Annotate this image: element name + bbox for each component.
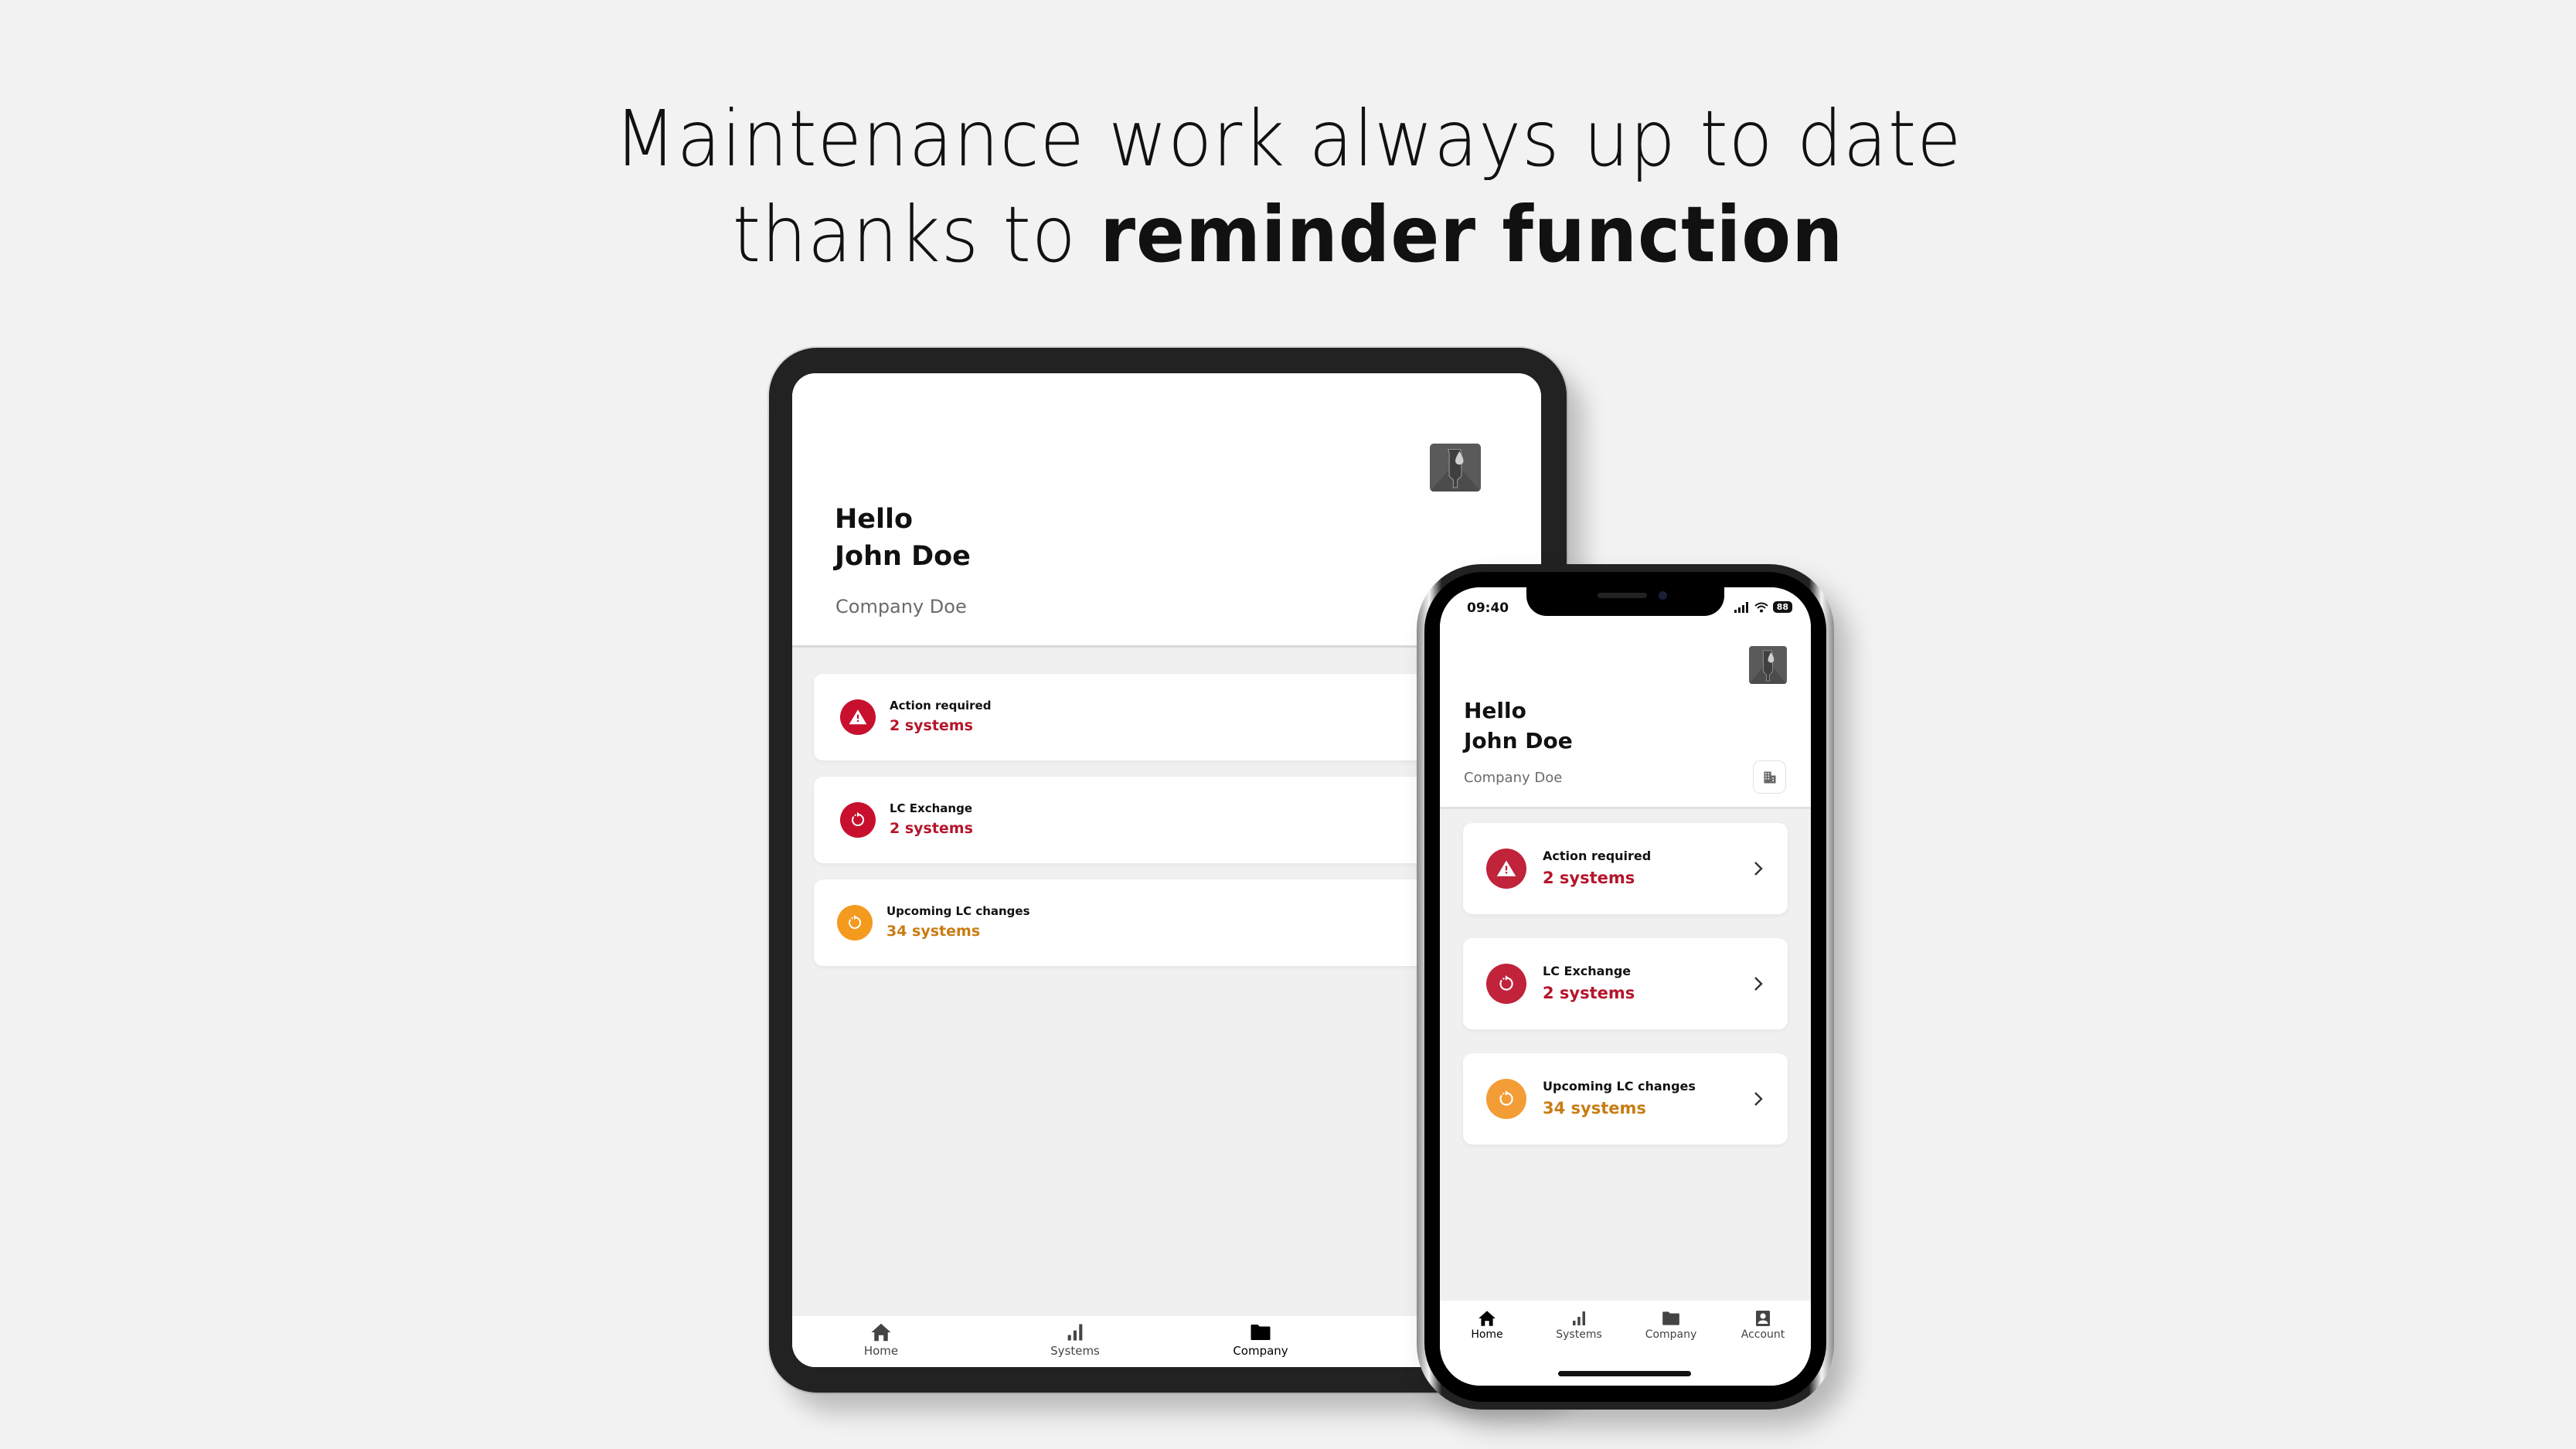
- speaker: [1598, 593, 1647, 598]
- tab-company[interactable]: Company: [1628, 1308, 1713, 1341]
- tab-label: Home: [863, 1344, 899, 1358]
- tab-home[interactable]: Home: [819, 1321, 943, 1358]
- status-time: 09:40: [1467, 600, 1509, 616]
- greeting: Hello John Doe: [835, 501, 971, 575]
- refresh-icon: [1486, 1079, 1526, 1119]
- card-title: LC Exchange: [890, 801, 972, 815]
- tab-label: Home: [1471, 1328, 1503, 1341]
- brand-logo: [1749, 646, 1787, 684]
- home-icon: [1445, 1308, 1530, 1328]
- card-value: 2 systems: [890, 820, 973, 837]
- card-value: 2 systems: [1543, 984, 1635, 1002]
- camera: [1659, 591, 1667, 600]
- card-value: 2 systems: [890, 717, 973, 734]
- headline-line-2: thanks to reminder function: [90, 187, 2486, 283]
- logo-icon: [1749, 646, 1787, 684]
- tab-label: Systems: [1050, 1344, 1100, 1358]
- chevron-right-icon: [1749, 857, 1768, 880]
- status-icons: 88: [1734, 601, 1792, 613]
- chevron-right-icon: [1749, 1087, 1768, 1111]
- refresh-icon: [1486, 964, 1526, 1004]
- card-value: 34 systems: [886, 923, 981, 940]
- tab-systems[interactable]: Systems: [1536, 1308, 1621, 1341]
- tab-account[interactable]: Account: [1720, 1308, 1805, 1341]
- headline: Maintenance work always up to date thank…: [90, 91, 2486, 283]
- tab-label: Systems: [1556, 1328, 1602, 1341]
- user-name: John Doe: [1464, 728, 1573, 753]
- logo-icon: [1430, 444, 1481, 492]
- bar-chart-icon: [1013, 1321, 1137, 1344]
- card-lc-exchange[interactable]: LC Exchange 2 systems: [1463, 938, 1788, 1029]
- tab-home[interactable]: Home: [1445, 1308, 1530, 1341]
- battery-indicator: 88: [1772, 601, 1792, 613]
- card-action-required[interactable]: Action required 2 systems: [1463, 823, 1788, 914]
- phone-notch: [1526, 587, 1724, 616]
- building-icon: [1762, 770, 1778, 785]
- home-indicator[interactable]: [1558, 1371, 1691, 1376]
- card-value: 34 systems: [1543, 1099, 1646, 1117]
- folder-icon: [1199, 1321, 1322, 1344]
- warning-icon: [840, 699, 876, 735]
- user-name: John Doe: [835, 541, 971, 572]
- warning-icon: [1486, 849, 1526, 889]
- wifi-icon: [1754, 602, 1768, 612]
- phone-header: 09:40 88 Hello John Doe Company Doe: [1440, 587, 1811, 809]
- refresh-icon: [837, 905, 873, 940]
- card-title: Upcoming LC changes: [1543, 1079, 1696, 1094]
- card-title: Action required: [1543, 849, 1652, 863]
- card-title: Action required: [890, 699, 992, 713]
- phone-tab-bar: Home Systems Company Account: [1440, 1301, 1811, 1386]
- home-icon: [819, 1321, 943, 1344]
- company-switch-button[interactable]: [1753, 760, 1786, 794]
- company-name: Company Doe: [835, 596, 967, 617]
- greeting-hello: Hello: [835, 504, 914, 535]
- refresh-icon: [840, 802, 876, 838]
- tab-label: Company: [1645, 1328, 1697, 1341]
- chevron-right-icon: [1749, 972, 1768, 995]
- card-title: Upcoming LC changes: [886, 904, 1030, 918]
- company-name: Company Doe: [1464, 770, 1563, 786]
- tab-label: Company: [1233, 1344, 1288, 1358]
- tab-label: Account: [1741, 1328, 1785, 1341]
- greeting-hello: Hello: [1464, 698, 1526, 723]
- phone-device: 09:40 88 Hello John Doe Company Doe Acti…: [1417, 564, 1834, 1410]
- greeting: Hello John Doe: [1464, 696, 1573, 756]
- card-title: LC Exchange: [1543, 964, 1632, 978]
- tab-systems[interactable]: Systems: [1013, 1321, 1137, 1358]
- bar-chart-icon: [1536, 1308, 1621, 1328]
- headline-line-1: Maintenance work always up to date: [614, 94, 1962, 184]
- signal-icon: [1734, 601, 1748, 613]
- brand-logo: [1430, 444, 1481, 492]
- headline-line-2-regular: thanks to: [732, 189, 1101, 280]
- account-icon: [1720, 1308, 1805, 1328]
- card-value: 2 systems: [1543, 869, 1635, 887]
- card-upcoming-lc-changes[interactable]: Upcoming LC changes 34 systems: [1463, 1053, 1788, 1145]
- phone-screen: 09:40 88 Hello John Doe Company Doe Acti…: [1440, 587, 1811, 1386]
- headline-line-2-bold: reminder function: [1100, 189, 1844, 280]
- folder-icon: [1628, 1308, 1713, 1328]
- tab-company[interactable]: Company: [1199, 1321, 1322, 1358]
